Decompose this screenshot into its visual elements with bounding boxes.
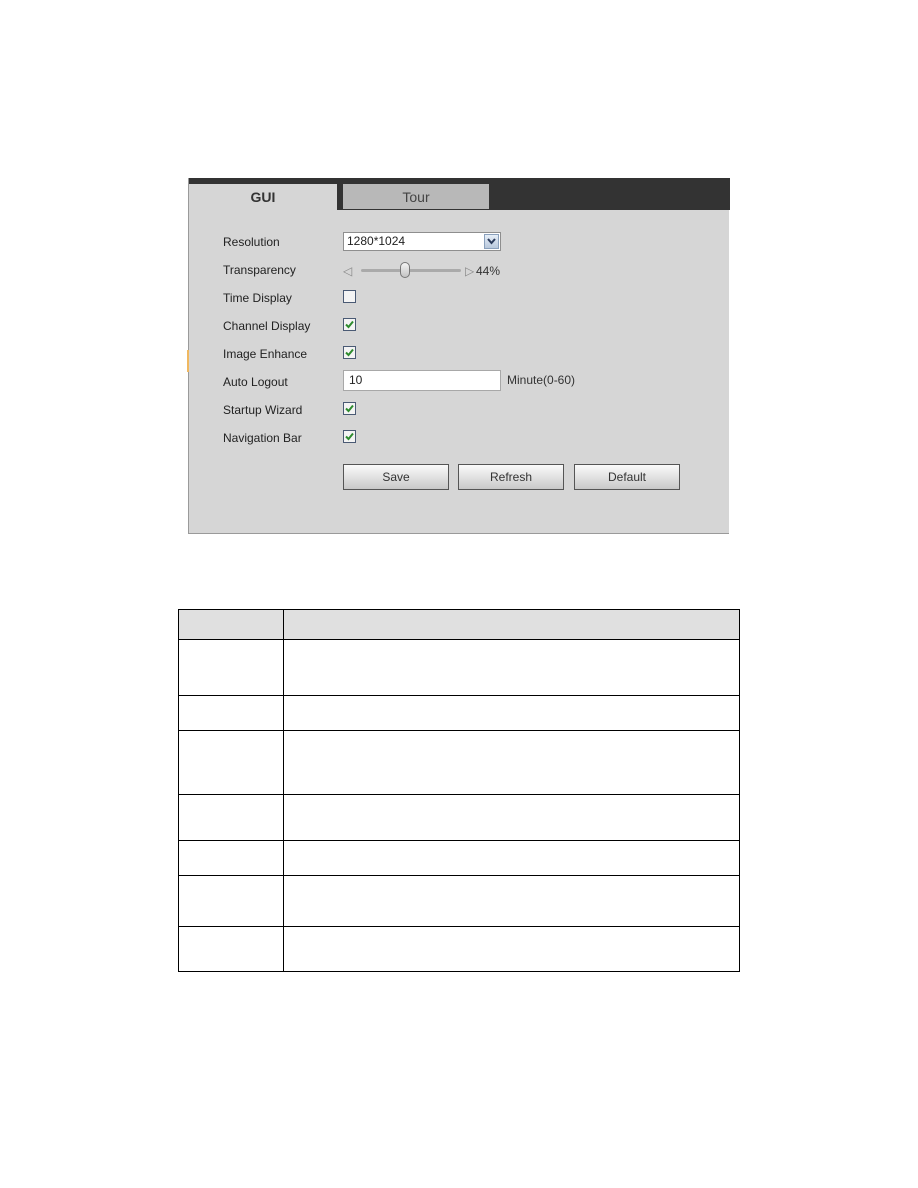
channel-display-label: Channel Display bbox=[223, 319, 311, 333]
table-header-row bbox=[178, 609, 740, 640]
increase-arrow-icon[interactable]: ▷ bbox=[465, 264, 474, 278]
table-row bbox=[178, 730, 740, 795]
navigation-bar-checkbox[interactable] bbox=[343, 430, 356, 443]
startup-wizard-checkbox[interactable] bbox=[343, 402, 356, 415]
chevron-down-icon[interactable] bbox=[484, 234, 499, 249]
table-cell bbox=[178, 695, 284, 731]
table-cell bbox=[178, 730, 284, 795]
transparency-slider[interactable]: ◁ ▷ 44% bbox=[343, 262, 503, 280]
focus-marker bbox=[187, 350, 189, 372]
save-button[interactable]: Save bbox=[343, 464, 449, 490]
gui-settings-panel: GUI Tour Resolution 1280*1024 Transparen… bbox=[187, 178, 730, 534]
tab-bar: GUI Tour bbox=[189, 178, 730, 210]
table-cell bbox=[283, 926, 740, 972]
refresh-button[interactable]: Refresh bbox=[458, 464, 564, 490]
transparency-value: 44% bbox=[476, 264, 501, 278]
checkmark-icon bbox=[345, 348, 354, 357]
image-enhance-label: Image Enhance bbox=[223, 347, 308, 361]
table-cell bbox=[178, 926, 284, 972]
slider-track[interactable] bbox=[361, 269, 461, 272]
table-row bbox=[178, 794, 740, 841]
auto-logout-unit: Minute(0-60) bbox=[507, 373, 576, 387]
table-cell bbox=[283, 639, 740, 696]
navigation-bar-label: Navigation Bar bbox=[223, 431, 302, 445]
table-row bbox=[178, 639, 740, 696]
parameter-table bbox=[178, 609, 740, 972]
tab-tour[interactable]: Tour bbox=[343, 184, 489, 209]
table-cell bbox=[283, 695, 740, 731]
table-cell bbox=[283, 875, 740, 927]
resolution-label: Resolution bbox=[223, 235, 280, 249]
table-header-parameter bbox=[178, 609, 284, 640]
table-row bbox=[178, 695, 740, 731]
auto-logout-label: Auto Logout bbox=[223, 375, 288, 389]
auto-logout-input[interactable]: 10 bbox=[343, 370, 501, 391]
default-button[interactable]: Default bbox=[574, 464, 680, 490]
table-cell bbox=[178, 794, 284, 841]
table-cell bbox=[178, 840, 284, 876]
table-row bbox=[178, 875, 740, 927]
time-display-label: Time Display bbox=[223, 291, 292, 305]
table-row bbox=[178, 926, 740, 972]
image-enhance-checkbox[interactable] bbox=[343, 346, 356, 359]
time-display-checkbox[interactable] bbox=[343, 290, 356, 303]
channel-display-checkbox[interactable] bbox=[343, 318, 356, 331]
resolution-select[interactable]: 1280*1024 bbox=[343, 232, 501, 251]
resolution-value: 1280*1024 bbox=[347, 234, 406, 248]
table-row bbox=[178, 840, 740, 876]
checkmark-icon bbox=[345, 320, 354, 329]
checkmark-icon bbox=[345, 432, 354, 441]
tab-gui[interactable]: GUI bbox=[189, 184, 337, 210]
decrease-arrow-icon[interactable]: ◁ bbox=[343, 264, 352, 278]
table-cell bbox=[283, 730, 740, 795]
table-header-function bbox=[283, 609, 740, 640]
checkmark-icon bbox=[345, 404, 354, 413]
table-cell bbox=[178, 875, 284, 927]
startup-wizard-label: Startup Wizard bbox=[223, 403, 303, 417]
slider-thumb[interactable] bbox=[400, 262, 410, 278]
table-cell bbox=[178, 639, 284, 696]
transparency-label: Transparency bbox=[223, 263, 296, 277]
table-cell bbox=[283, 794, 740, 841]
table-cell bbox=[283, 840, 740, 876]
